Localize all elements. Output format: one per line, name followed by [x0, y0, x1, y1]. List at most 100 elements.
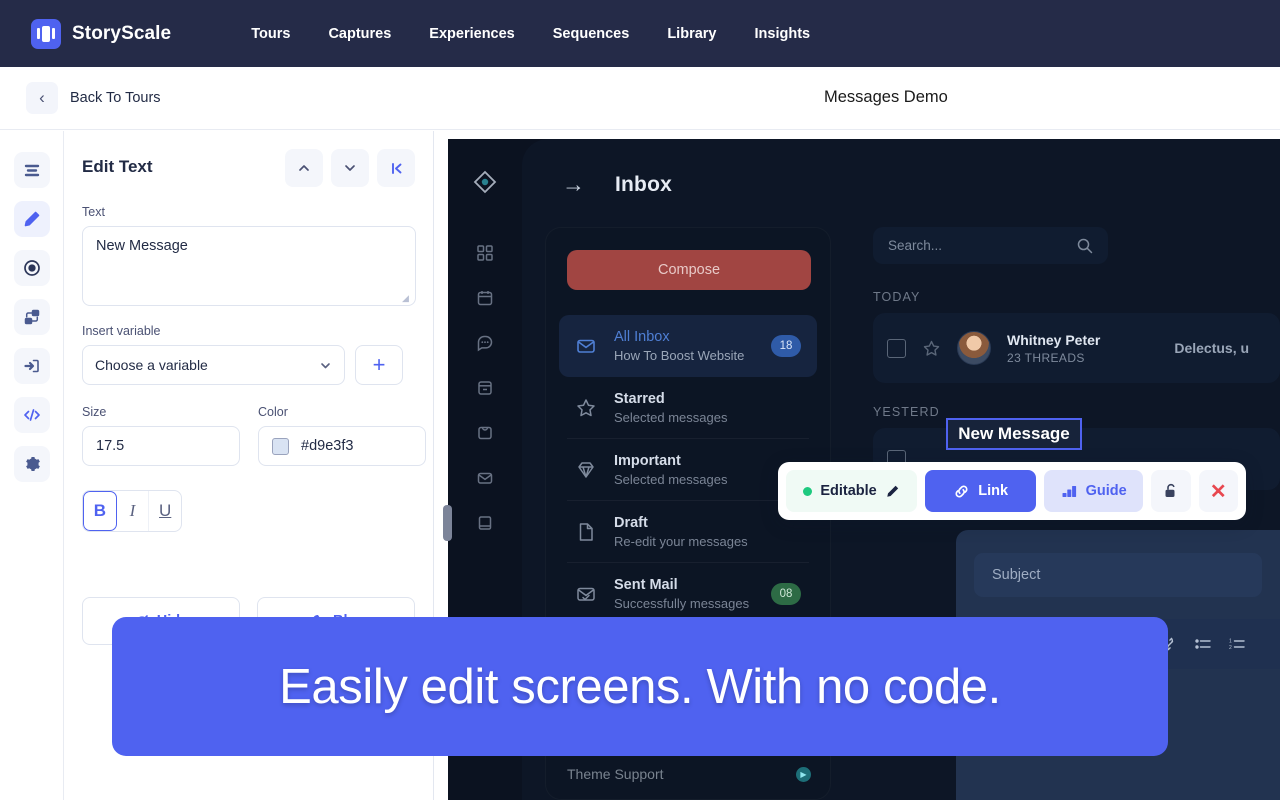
- nav-item-tours[interactable]: Tours: [251, 26, 290, 42]
- promo-banner: Easily edit screens. With no code.: [112, 617, 1168, 756]
- app-root: StoryScale Tours Captures Experiences Se…: [0, 0, 1280, 800]
- size-color-row: Size 17.5 Color #d9e3f3: [82, 387, 426, 466]
- text-input[interactable]: New Message ◢: [82, 226, 416, 306]
- inbox-title: Inbox: [615, 172, 672, 196]
- selected-element-outline[interactable]: New Message: [946, 418, 1082, 450]
- size-input[interactable]: 17.5: [82, 426, 240, 466]
- guide-button[interactable]: Guide: [1044, 470, 1144, 512]
- underline-button[interactable]: U: [149, 491, 181, 531]
- diamond-icon: [575, 459, 597, 481]
- folder-sub: Re-edit your messages: [614, 533, 748, 549]
- selected-element-text: New Message: [958, 424, 1070, 443]
- compose-button[interactable]: Compose: [567, 250, 811, 290]
- code-icon-button[interactable]: [13, 397, 50, 433]
- editable-label: Editable: [820, 483, 877, 499]
- message-row[interactable]: Whitney Peter 23 THREADS Delectus, u: [873, 313, 1280, 383]
- arrow-right-icon[interactable]: →: [562, 171, 585, 198]
- message-checkbox[interactable]: [887, 338, 906, 358]
- panel-header-buttons: [285, 149, 415, 187]
- envelope-check-icon: [575, 583, 597, 605]
- bullet-list-button[interactable]: [1195, 636, 1212, 652]
- editable-button[interactable]: Editable: [786, 470, 918, 512]
- folder-sub: How To Boost Website: [614, 348, 745, 363]
- link-button[interactable]: Link: [925, 470, 1037, 512]
- mock-inbox-icon[interactable]: [476, 424, 494, 442]
- folder-badge: 18: [771, 335, 801, 357]
- resize-grip-icon[interactable]: ◢: [402, 293, 412, 303]
- collapse-left-icon: [391, 162, 401, 174]
- collapse-panel-button[interactable]: [377, 149, 415, 187]
- svg-text:1: 1: [1229, 639, 1232, 645]
- subject-placeholder: Subject: [992, 567, 1041, 583]
- folder-sub: Successfully messages: [614, 595, 750, 611]
- chevron-down-icon: [321, 362, 330, 368]
- bold-button[interactable]: B: [83, 491, 117, 531]
- settings-icon-button[interactable]: [13, 446, 50, 482]
- folder-item-starred[interactable]: Starred Selected messages: [567, 377, 809, 439]
- mock-app-header: → Inbox: [522, 139, 1280, 198]
- hotspot-icon-button[interactable]: [13, 250, 50, 286]
- folder-item-draft[interactable]: Draft Re-edit your messages: [567, 501, 809, 563]
- nav-item-insights[interactable]: Insights: [755, 26, 811, 42]
- folder-text: Draft Re-edit your messages: [614, 515, 748, 549]
- numbered-list-button[interactable]: 12: [1229, 636, 1246, 652]
- document-icon: [575, 521, 597, 543]
- search-input[interactable]: Search...: [873, 227, 1108, 264]
- mock-book-icon[interactable]: [476, 514, 494, 532]
- insert-variable-label: Insert variable: [82, 324, 161, 338]
- color-value: #d9e3f3: [301, 438, 354, 454]
- flow-icon-button[interactable]: [13, 299, 50, 335]
- italic-button[interactable]: I: [117, 491, 150, 531]
- mock-archive-icon[interactable]: [476, 379, 494, 397]
- code-icon: [23, 409, 40, 421]
- folder-item-all-inbox[interactable]: All Inbox How To Boost Website 18: [559, 315, 817, 377]
- nav-item-library[interactable]: Library: [667, 26, 716, 42]
- nav-item-sequences[interactable]: Sequences: [553, 26, 630, 42]
- folder-sub: Selected messages: [614, 409, 728, 425]
- link-icon: [955, 484, 968, 498]
- folder-sub: Selected messages: [614, 471, 728, 487]
- nav-item-captures[interactable]: Captures: [328, 26, 391, 42]
- variable-select-value: Choose a variable: [95, 357, 208, 373]
- flow-icon: [24, 309, 39, 325]
- variable-select[interactable]: Choose a variable: [82, 345, 345, 385]
- star-icon[interactable]: [922, 339, 941, 358]
- nav-item-experiences[interactable]: Experiences: [429, 26, 514, 42]
- chevron-left-icon: ‹: [26, 82, 58, 114]
- folder-item-sent-mail[interactable]: Sent Mail Successfully messages 08: [567, 563, 809, 625]
- target-icon: [23, 260, 40, 276]
- move-down-button[interactable]: [331, 149, 369, 187]
- play-icon[interactable]: ▶: [796, 766, 811, 782]
- folder-text: Starred Selected messages: [614, 391, 727, 425]
- mock-mail-icon[interactable]: [476, 469, 494, 487]
- color-input[interactable]: #d9e3f3: [258, 426, 426, 466]
- unlock-button[interactable]: [1151, 470, 1191, 512]
- mock-logo-icon: [472, 169, 498, 195]
- align-icon-button[interactable]: [13, 152, 50, 188]
- message-sender: Whitney Peter 23 THREADS: [1007, 332, 1100, 365]
- page-title: Messages Demo: [824, 88, 948, 106]
- element-floating-toolbar: Editable Link Guide ✕: [778, 462, 1246, 520]
- panel-resize-handle[interactable]: [443, 505, 452, 541]
- book-icon: [478, 516, 492, 530]
- mock-calendar-icon[interactable]: [476, 289, 494, 307]
- calendar-icon: [477, 291, 493, 306]
- pencil-icon: [24, 211, 39, 227]
- close-button[interactable]: ✕: [1198, 470, 1238, 512]
- brand[interactable]: StoryScale: [31, 18, 171, 49]
- subject-input[interactable]: Subject: [974, 553, 1262, 597]
- theme-support-row[interactable]: Theme Support ▶: [567, 766, 811, 782]
- chevron-down-icon: [345, 165, 355, 171]
- color-swatch[interactable]: [272, 437, 289, 455]
- mock-chat-icon[interactable]: [476, 334, 494, 352]
- status-dot-icon: [803, 486, 813, 496]
- edit-icon-button[interactable]: [13, 201, 50, 237]
- folder-item-important[interactable]: Important Selected messages: [567, 439, 809, 501]
- panel-title: Edit Text: [82, 157, 153, 176]
- move-up-button[interactable]: [285, 149, 323, 187]
- add-variable-button[interactable]: +: [355, 345, 403, 385]
- entry-icon-button[interactable]: [13, 348, 50, 384]
- storyscale-logo-icon: [31, 18, 61, 49]
- mock-grid-icon[interactable]: [476, 244, 494, 262]
- back-to-tours-button[interactable]: ‹ Back To Tours: [26, 82, 161, 114]
